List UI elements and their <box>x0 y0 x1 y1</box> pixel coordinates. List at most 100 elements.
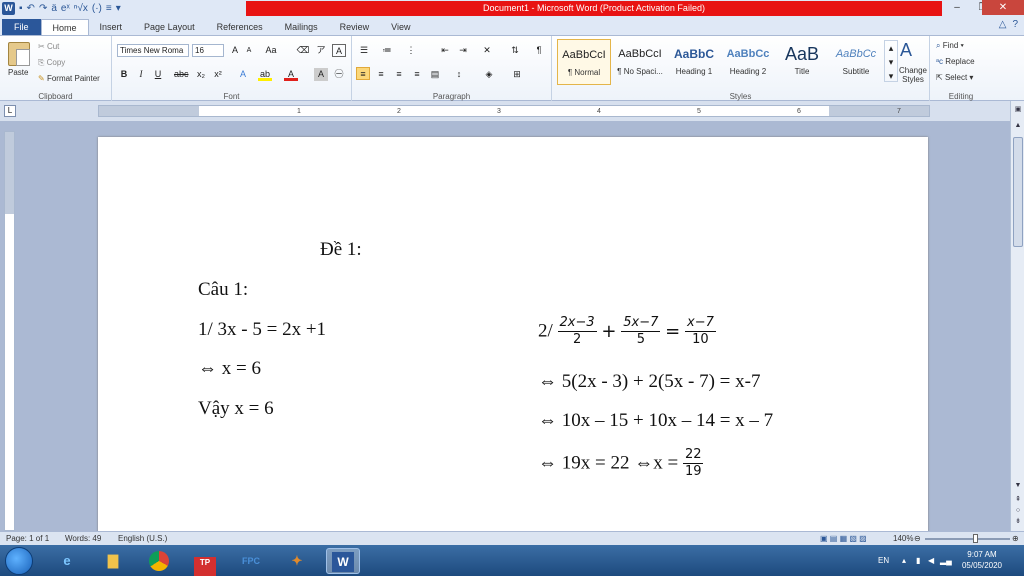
horizontal-ruler[interactable]: 1 2 3 4 5 6 7 <box>98 105 930 117</box>
italic-icon[interactable]: I <box>134 68 148 81</box>
document-area[interactable]: Đề 1: Câu 1: 1/ 3x - 5 = 2x +1 ⇔ x = 6 V… <box>16 121 1010 531</box>
change-styles-icon[interactable]: A <box>900 40 912 61</box>
tab-view[interactable]: View <box>380 19 421 35</box>
change-styles-button[interactable]: Change Styles <box>896 66 930 84</box>
select-button[interactable]: ⇱ Select ▾ <box>936 73 973 82</box>
qat-symbol-diaeresis[interactable]: ä <box>51 1 57 16</box>
replace-button[interactable]: ᵃc Replace <box>936 57 975 66</box>
view-buttons[interactable]: ▣ ▤ ▦ ▧ ▨ <box>820 532 867 545</box>
grow-font-icon[interactable]: A <box>228 44 242 57</box>
qat-symbol-exponent[interactable]: eˣ <box>61 1 70 16</box>
qat-symbol-brackets[interactable]: (·) <box>92 1 102 16</box>
tab-insert[interactable]: Insert <box>89 19 134 35</box>
paste-icon[interactable] <box>8 42 30 66</box>
strikethrough-icon[interactable]: abc <box>174 68 189 81</box>
clear-formatting-icon[interactable]: ⌫ <box>296 44 310 57</box>
word-taskbar-icon[interactable]: W <box>326 548 360 574</box>
scroll-down-icon[interactable]: ▼ <box>1013 481 1023 491</box>
signal-icon[interactable]: ▂▄ <box>940 556 952 565</box>
undo-icon[interactable]: ↶ <box>27 1 35 16</box>
qat-symbol-matrix[interactable]: ≡ <box>106 1 112 16</box>
show-formatting-icon[interactable]: ¶ <box>532 44 546 57</box>
underline-icon[interactable]: U <box>151 68 165 81</box>
minimize-icon[interactable]: – <box>944 0 970 15</box>
align-center-icon[interactable]: ≡ <box>374 68 388 81</box>
zoom-slider[interactable] <box>925 538 1010 540</box>
enclose-characters-icon[interactable]: ㊀ <box>332 68 346 81</box>
tab-references[interactable]: References <box>206 19 274 35</box>
scroll-thumb[interactable] <box>1013 137 1023 247</box>
bullets-icon[interactable]: ☰ <box>357 44 371 57</box>
asian-layout-icon[interactable]: ✕ <box>480 44 494 57</box>
character-border-icon[interactable]: A <box>332 44 346 57</box>
tp-icon[interactable]: TP <box>188 548 222 576</box>
increase-indent-icon[interactable]: ⇥ <box>456 44 470 57</box>
view-ruler-icon[interactable]: ▣ <box>1013 105 1023 115</box>
language-indicator-tray[interactable]: EN <box>878 556 889 565</box>
sort-icon[interactable]: ⇅ <box>508 44 522 57</box>
style-title[interactable]: AaB Title <box>775 39 829 85</box>
align-left-icon[interactable]: ≡ <box>356 67 370 80</box>
font-color-icon[interactable]: A <box>284 68 298 81</box>
zoom-out-icon[interactable]: ⊖ <box>914 532 921 545</box>
style-subtitle[interactable]: AaBbCc Subtitle <box>829 39 883 85</box>
browse-object-icon[interactable]: ○ <box>1013 506 1023 516</box>
language-indicator[interactable]: English (U.S.) <box>118 532 167 545</box>
previous-page-icon[interactable]: ⇞ <box>1013 495 1023 505</box>
word-count[interactable]: Words: 49 <box>65 532 101 545</box>
close-icon[interactable]: ✕ <box>982 0 1024 15</box>
format-painter-button[interactable]: ✎ Format Painter <box>38 74 100 83</box>
line-spacing-icon[interactable]: ↕ <box>452 68 466 81</box>
fpc-icon[interactable]: FPC <box>234 548 268 574</box>
volume-icon[interactable]: ◀ <box>928 556 934 565</box>
font-size-combo[interactable]: 16 <box>192 44 224 57</box>
minimize-ribbon-icon[interactable]: △ <box>999 19 1007 30</box>
network-icon[interactable]: ▮ <box>916 556 920 565</box>
style-no-spacing[interactable]: AaBbCcI ¶ No Spaci... <box>613 39 667 85</box>
style-heading-1[interactable]: AaBbC Heading 1 <box>667 39 721 85</box>
copy-button[interactable]: ⎘ Copy <box>38 58 65 68</box>
character-shading-icon[interactable]: A <box>314 68 328 81</box>
clock[interactable]: 9:07 AM 05/05/2020 <box>962 549 1002 571</box>
tab-review[interactable]: Review <box>329 19 381 35</box>
qat-customize-icon[interactable]: ▾ <box>116 1 121 16</box>
distributed-icon[interactable]: ▤ <box>428 68 442 81</box>
style-normal[interactable]: AaBbCcI ¶ Normal <box>557 39 611 85</box>
superscript-icon[interactable]: x² <box>211 68 225 81</box>
multilevel-list-icon[interactable]: ⋮ <box>404 44 418 57</box>
style-heading-2[interactable]: AaBbCc Heading 2 <box>721 39 775 85</box>
cut-button[interactable]: ✂ Cut <box>38 42 59 51</box>
font-name-combo[interactable]: Times New Roma <box>117 44 189 57</box>
justify-icon[interactable]: ≡ <box>410 68 424 81</box>
vertical-scrollbar[interactable]: ▣ ▲ ▼ ⇞ ○ ⇟ <box>1010 101 1024 531</box>
document-page[interactable]: Đề 1: Câu 1: 1/ 3x - 5 = 2x +1 ⇔ x = 6 V… <box>98 137 928 531</box>
borders-icon[interactable]: ⊞ <box>510 68 524 81</box>
shrink-font-icon[interactable]: A <box>242 44 256 57</box>
qat-symbol-radical[interactable]: ⁿ√x <box>74 1 88 16</box>
subscript-icon[interactable]: x₂ <box>194 68 208 81</box>
zoom-level[interactable]: 140% <box>893 532 913 545</box>
zoom-slider-knob[interactable] <box>973 534 978 543</box>
highlight-icon[interactable]: ab <box>258 68 272 81</box>
phonetic-guide-icon[interactable]: ア <box>314 44 328 57</box>
decrease-indent-icon[interactable]: ⇤ <box>438 44 452 57</box>
start-button[interactable] <box>5 547 33 575</box>
word-icon[interactable]: W <box>2 2 15 15</box>
change-case-icon[interactable]: Aa <box>264 44 278 57</box>
explorer-icon[interactable]: ▇ <box>96 548 130 574</box>
numbering-icon[interactable]: ≔ <box>380 44 394 57</box>
scroll-up-icon[interactable]: ▲ <box>1013 121 1023 131</box>
help-icon[interactable]: ? <box>1012 19 1018 30</box>
redo-icon[interactable]: ↷ <box>39 1 47 16</box>
vertical-ruler[interactable] <box>4 131 15 531</box>
app-icon[interactable]: ✦ <box>280 548 314 574</box>
align-right-icon[interactable]: ≡ <box>392 68 406 81</box>
tab-file[interactable]: File <box>2 19 41 35</box>
find-button[interactable]: ⌕ Find ▾ <box>936 41 964 51</box>
tab-mailings[interactable]: Mailings <box>274 19 329 35</box>
text-effects-icon[interactable]: A <box>236 68 250 81</box>
page-count[interactable]: Page: 1 of 1 <box>6 532 49 545</box>
bold-icon[interactable]: B <box>117 68 131 81</box>
tab-home[interactable]: Home <box>40 19 89 35</box>
save-icon[interactable]: ▪ <box>19 1 23 16</box>
